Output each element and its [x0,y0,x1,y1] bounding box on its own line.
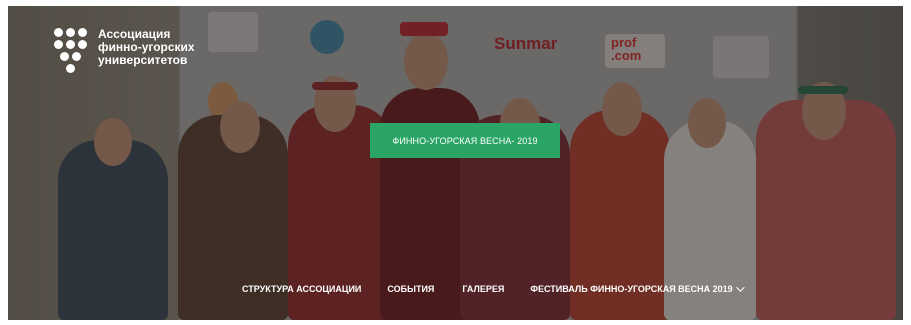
brand-link[interactable]: Ассоциация финно-угорских университетов [54,28,195,74]
festival-button[interactable]: ФИННО-УГОРСКАЯ ВЕСНА- 2019 [370,123,560,158]
hero-banner: Sunmar prof .com Ассоциация финно-угорск… [8,6,903,320]
association-logo-icon [54,28,88,74]
nav-item-structure[interactable]: СТРУКТУРА АССОЦИАЦИИ [242,284,361,294]
nav-item-festival[interactable]: ФЕСТИВАЛЬ ФИННО-УГОРСКАЯ ВЕСНА 2019 [530,283,745,294]
main-nav: СТРУКТУРА АССОЦИАЦИИ СОБЫТИЯ ГАЛЕРЕЯ ФЕС… [242,283,745,294]
nav-item-events[interactable]: СОБЫТИЯ [387,284,434,294]
brand-title: Ассоциация финно-угорских университетов [98,27,195,67]
nav-item-gallery[interactable]: ГАЛЕРЕЯ [462,284,504,294]
